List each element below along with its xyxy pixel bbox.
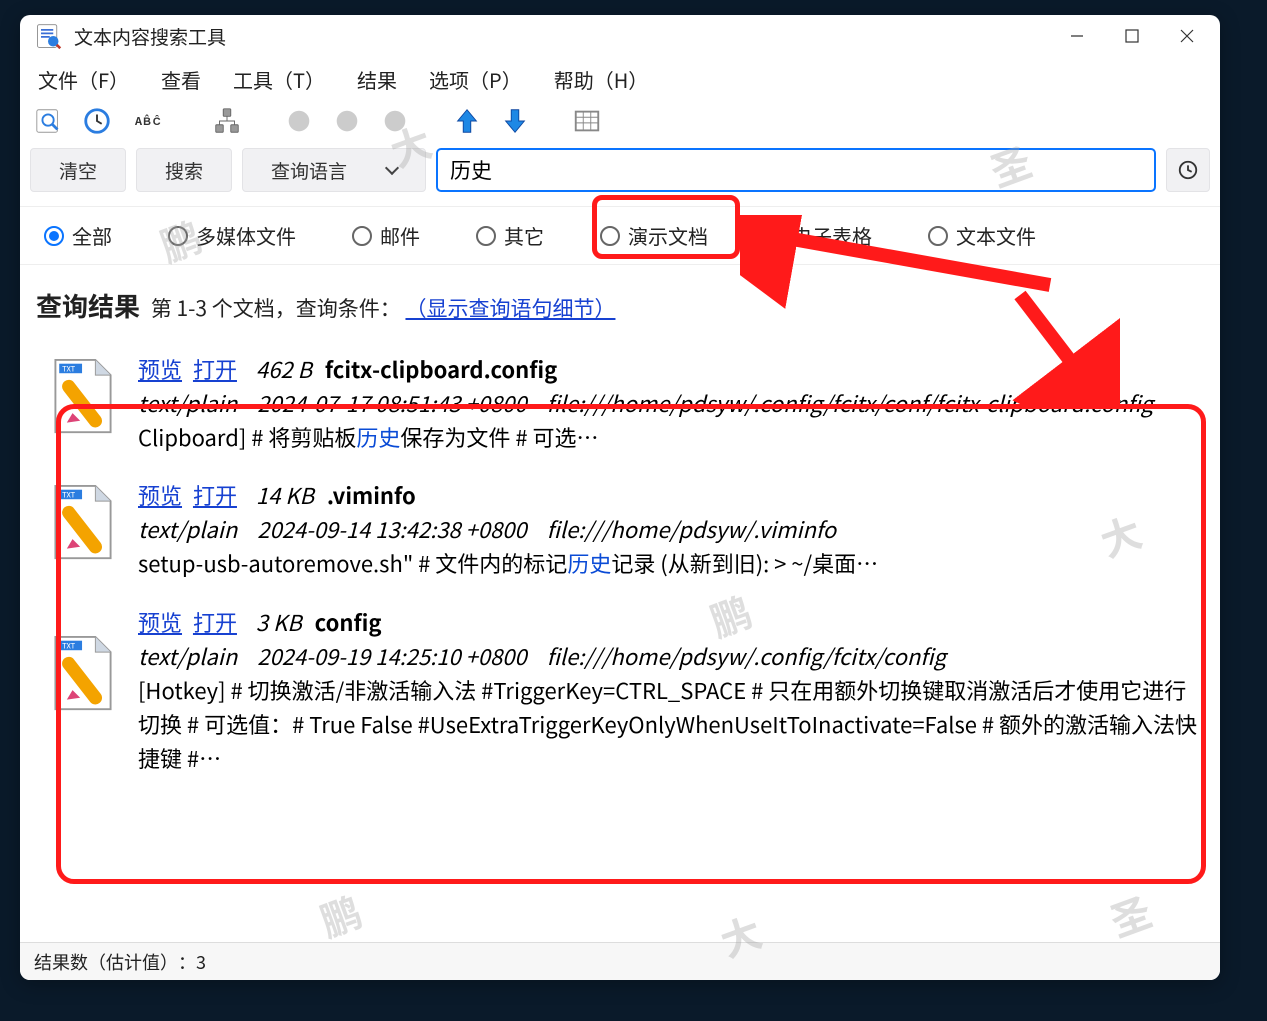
file-size: 3 KB [256, 606, 302, 638]
file-path: file:///home/pdsyw/.config/fcitx/conf/fc… [547, 386, 1153, 420]
menu-options[interactable]: 选项（P） [429, 65, 522, 94]
toolbar-abc-icon[interactable]: AB̂Ĉ [128, 104, 172, 138]
toolbar-table-icon[interactable] [570, 104, 604, 138]
results-range: 第 1-3 个文档，查询条件： [151, 293, 401, 323]
open-link[interactable]: 打开 [193, 479, 237, 511]
mime-type: text/plain [138, 639, 237, 673]
filter-text-label: 文本文件 [956, 221, 1036, 250]
filter-row: 全部 多媒体文件 邮件 其它 演示文档 电子表格 文本文件 [20, 206, 1220, 265]
search-input[interactable] [436, 148, 1156, 192]
show-details-link[interactable]: （显示查询语句细节） [405, 293, 615, 323]
open-link[interactable]: 打开 [193, 353, 237, 385]
filter-spreadsheet-label: 电子表格 [792, 221, 872, 250]
text-file-icon: TXT [48, 605, 120, 775]
filter-all-label: 全部 [72, 221, 112, 250]
titlebar: 文本内容搜索工具 [20, 15, 1220, 57]
status-label: 结果数（估计值） [34, 949, 178, 975]
toolbar-tree-icon[interactable] [210, 104, 244, 138]
svg-text:Ĉ: Ĉ [153, 113, 161, 129]
filter-presentation[interactable]: 演示文档 [600, 221, 708, 250]
app-window: 鹏 大 圣 鹏 大 圣 鹏 大 文本内容搜索工具 文件（F） 查看 工具（T） … [20, 15, 1220, 980]
preview-link[interactable]: 预览 [138, 353, 182, 385]
status-value: 3 [196, 949, 206, 975]
toolbar: AB̂Ĉ [20, 102, 1220, 144]
result-item: TXT 预览 打开 462 B fcitx-clipboard.config t… [48, 340, 1202, 466]
desktop-background: 鹏 大 圣 鹏 大 圣 鹏 大 文本内容搜索工具 文件（F） 查看 工具（T） … [0, 0, 1267, 1021]
chevron-down-icon [385, 161, 399, 175]
file-date: 2024-09-19 14:25:10 +0800 [257, 639, 526, 673]
snippet: setup-usb-autoremove.sh" # 文件内的标记历史记录 (从… [138, 546, 1202, 580]
results-header: 查询结果 第 1-3 个文档，查询条件： （显示查询语句细节） [20, 265, 1220, 334]
toolbar-down-arrow-icon[interactable] [498, 104, 532, 138]
status-separator: ： [178, 949, 196, 975]
file-date: 2024-09-14 13:42:38 +0800 [257, 512, 526, 546]
minimize-button[interactable] [1049, 15, 1104, 57]
window-title: 文本内容搜索工具 [74, 23, 226, 50]
menu-help[interactable]: 帮助（H） [554, 65, 649, 94]
clear-button[interactable]: 清空 [30, 148, 126, 192]
results-title: 查询结果 [36, 287, 140, 324]
filter-mail-label: 邮件 [380, 221, 420, 250]
snippet: [Hotkey] # 切换激活/非激活输入法 #TriggerKey=CTRL_… [138, 673, 1202, 775]
svg-text:TXT: TXT [62, 640, 76, 651]
menu-bar: 文件（F） 查看 工具（T） 结果 选项（P） 帮助（H） [20, 57, 1220, 102]
app-icon [34, 22, 62, 50]
file-path: file:///home/pdsyw/.viminfo [547, 512, 837, 546]
filter-multimedia[interactable]: 多媒体文件 [168, 221, 296, 250]
file-name: config [315, 606, 382, 638]
history-button[interactable] [1166, 148, 1210, 192]
menu-results[interactable]: 结果 [357, 65, 397, 94]
svg-text:TXT: TXT [62, 490, 76, 501]
filter-mail[interactable]: 邮件 [352, 221, 420, 250]
query-language-dropdown[interactable]: 查询语言 [242, 148, 426, 192]
menu-file[interactable]: 文件（F） [38, 65, 129, 94]
maximize-button[interactable] [1104, 15, 1159, 57]
mime-type: text/plain [138, 512, 237, 546]
toolbar-dot-disabled-icon [282, 104, 316, 138]
results-list: TXT 预览 打开 462 B fcitx-clipboard.config t… [20, 334, 1220, 942]
filter-all[interactable]: 全部 [44, 221, 112, 250]
result-item: TXT 预览 打开 3 KB config text/plain 2024-09… [48, 593, 1202, 787]
text-file-icon: TXT [48, 478, 120, 580]
toolbar-dot-disabled-icon [378, 104, 412, 138]
text-file-icon: TXT [48, 352, 120, 454]
filter-multimedia-label: 多媒体文件 [196, 221, 296, 250]
filter-presentation-label: 演示文档 [628, 221, 708, 250]
close-button[interactable] [1159, 15, 1214, 57]
mime-type: text/plain [138, 386, 237, 420]
history-icon [1177, 159, 1199, 181]
filter-other[interactable]: 其它 [476, 221, 544, 250]
filter-spreadsheet[interactable]: 电子表格 [764, 221, 872, 250]
preview-link[interactable]: 预览 [138, 479, 182, 511]
toolbar-find-icon[interactable] [32, 104, 66, 138]
file-path: file:///home/pdsyw/.config/fcitx/config [547, 639, 946, 673]
file-name: .viminfo [327, 479, 416, 511]
status-bar: 结果数（估计值） ： 3 [20, 942, 1220, 980]
svg-text:TXT: TXT [62, 363, 76, 374]
query-language-label: 查询语言 [271, 157, 347, 184]
menu-view[interactable]: 查看 [161, 65, 201, 94]
search-row: 清空 搜索 查询语言 [20, 144, 1220, 206]
file-size: 14 KB [256, 479, 314, 511]
toolbar-up-arrow-icon[interactable] [450, 104, 484, 138]
open-link[interactable]: 打开 [193, 606, 237, 638]
toolbar-dot-disabled-icon [330, 104, 364, 138]
menu-tools[interactable]: 工具（T） [233, 65, 325, 94]
filter-other-label: 其它 [504, 221, 544, 250]
file-name: fcitx-clipboard.config [325, 353, 557, 385]
preview-link[interactable]: 预览 [138, 606, 182, 638]
search-button[interactable]: 搜索 [136, 148, 232, 192]
result-item: TXT 预览 打开 14 KB .viminfo text/plain 2024… [48, 466, 1202, 592]
file-date: 2024-07-17 08:51:43 +0800 [257, 386, 526, 420]
svg-text:A: A [135, 113, 143, 129]
toolbar-clock-icon[interactable] [80, 104, 114, 138]
filter-text[interactable]: 文本文件 [928, 221, 1036, 250]
svg-text:B̂: B̂ [143, 113, 151, 129]
file-size: 462 B [256, 353, 312, 385]
snippet: Clipboard] # 将剪贴板历史保存为文件 # 可选… [138, 420, 1202, 454]
